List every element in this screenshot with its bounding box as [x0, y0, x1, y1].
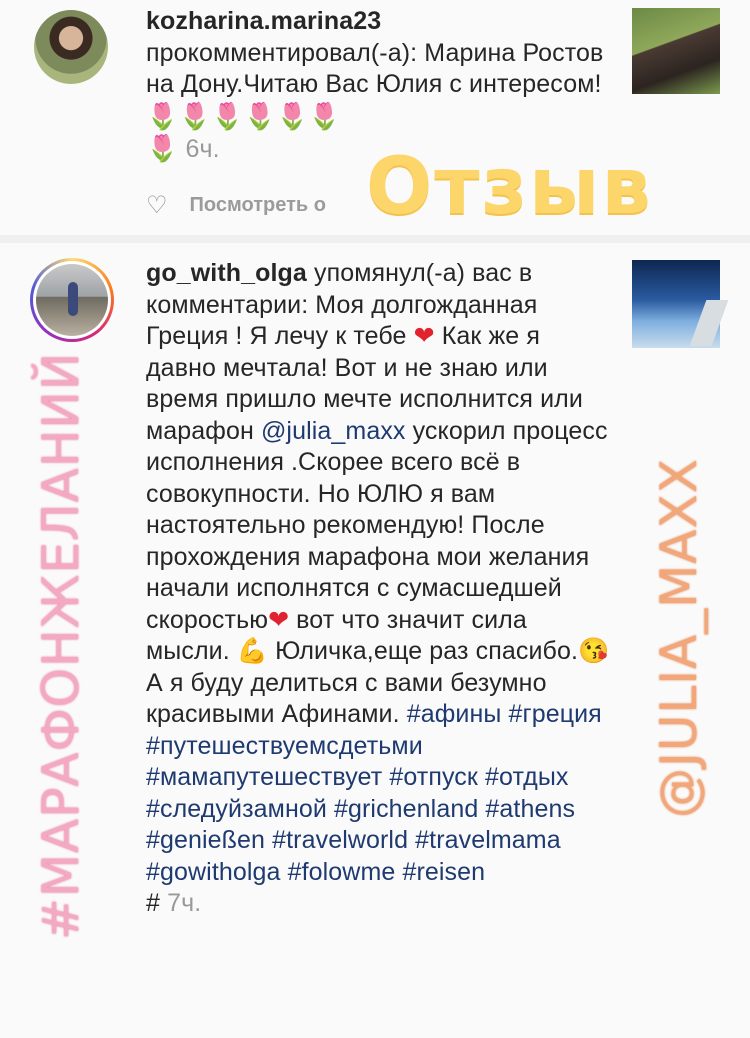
timestamp: 6ч.	[185, 135, 220, 163]
hashtag[interactable]: #gowitholga	[146, 858, 281, 886]
comment-actions: ♡ Посмотреть о	[146, 190, 326, 220]
hashtag[interactable]: #отпуск	[389, 763, 478, 791]
mention-link[interactable]: @julia_maxx	[261, 417, 406, 445]
comment-text: ускорил процесс исполнения .Скорее всего…	[146, 416, 608, 634]
tulip-emoji-icon: 🌷	[146, 133, 179, 163]
avatar-go-with-olga[interactable]	[36, 264, 108, 336]
heart-outline-icon[interactable]: ♡	[146, 191, 168, 220]
post-thumbnail-2[interactable]	[632, 260, 729, 348]
hashtag: #	[146, 889, 161, 917]
review-stamp: Отзыв	[366, 142, 653, 232]
timestamp: 7ч.	[167, 889, 202, 917]
hashtag[interactable]: #folowme	[288, 858, 396, 886]
divider	[0, 235, 750, 243]
julia-maxx-overlay: @JULIA_MAXX	[650, 458, 708, 818]
view-link[interactable]: Посмотреть о	[190, 194, 326, 217]
hashtag[interactable]: #athens	[485, 795, 575, 823]
avatar-kozharina[interactable]	[34, 10, 108, 84]
hashtag[interactable]: #reisen	[402, 858, 485, 886]
red-heart-emoji-icon: ❤	[268, 605, 290, 634]
comment-text: Юличка,еще раз спасибо.	[268, 637, 578, 665]
tulip-emoji-icon: 🌷	[210, 100, 244, 131]
hashtag[interactable]: #афины	[407, 700, 502, 728]
hashtag[interactable]: #отдых	[485, 763, 569, 791]
tulip-emoji-icon: 🌷	[308, 100, 341, 131]
hashtag[interactable]: #travelmama	[415, 826, 561, 854]
post-thumbnail-1[interactable]	[632, 8, 720, 94]
hashtag[interactable]: #travelworld	[272, 826, 408, 854]
username-link[interactable]: kozharina.marina23	[146, 7, 381, 35]
tulip-emoji-icon: 🌷	[275, 100, 309, 131]
hashtag[interactable]: #grichenland	[334, 795, 478, 823]
tulip-emoji-icon: 🌷	[243, 100, 276, 131]
hashtag[interactable]: #путешествуемсдетьми	[146, 732, 423, 760]
marathon-hashtag-overlay: #МАРАФОНЖЕЛАНИЙ	[32, 351, 90, 940]
tulip-emoji-icon: 🌷	[146, 100, 179, 131]
hashtag[interactable]: #греция	[508, 700, 601, 728]
face-blowing-kiss-emoji-icon: 😘	[578, 637, 610, 665]
username-link[interactable]: go_with_olga	[146, 259, 307, 287]
red-heart-emoji-icon: ❤	[413, 322, 435, 350]
hashtag[interactable]: #genießen	[146, 826, 265, 854]
hashtag[interactable]: #мамапутешествует	[146, 763, 382, 791]
flexed-biceps-emoji-icon: 💪	[236, 637, 269, 665]
tulip-emoji-icon: 🌷	[178, 100, 211, 131]
comment-text: прокомментировал(-а): Марина Ростов на Д…	[146, 38, 604, 99]
notification-text-2: go_with_olga упомянул(-а) вас в коммента…	[146, 258, 616, 920]
hashtag[interactable]: #следуйзамной	[146, 795, 327, 823]
